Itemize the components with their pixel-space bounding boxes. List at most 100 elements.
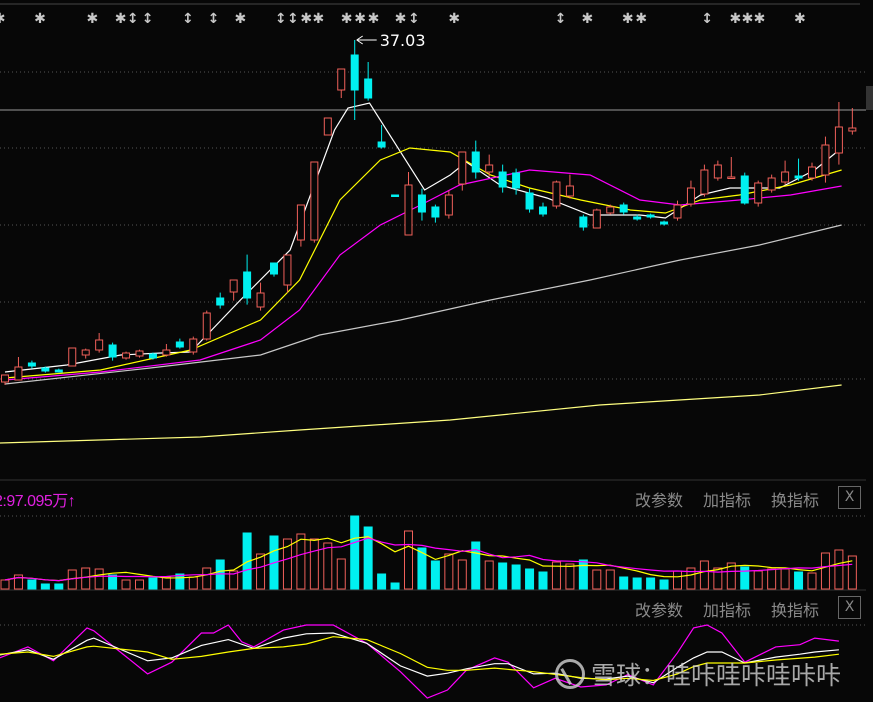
candle-body xyxy=(794,175,803,179)
candle xyxy=(781,160,790,185)
close-icon[interactable]: X xyxy=(838,486,861,509)
candle xyxy=(391,194,400,197)
signal-markers: ✱✱✱✱↕↕↕↕✱↕↕✱✱✱✱✱✱↕✱↕✱✱✱↕✱✱✱✱ xyxy=(0,11,806,27)
candle xyxy=(296,204,305,247)
volume-bar xyxy=(377,573,387,590)
candle xyxy=(108,342,117,361)
candle xyxy=(14,357,23,381)
add-indicator-button[interactable]: 加指标 xyxy=(703,597,751,621)
candle-body xyxy=(539,206,547,215)
volume-panel-header: 2:97.095万↑ 改参数 加指标 换指标 X xyxy=(0,485,873,511)
volume-bar xyxy=(350,515,360,590)
volume-bar xyxy=(578,559,588,590)
arrow-left-icon xyxy=(356,35,377,45)
candle-body xyxy=(81,349,90,356)
candle xyxy=(727,157,736,179)
signal-marker: ✱ xyxy=(754,11,766,27)
high-annotation: 37.03 xyxy=(356,31,426,50)
volume-bar xyxy=(538,571,548,590)
edit-params-button[interactable]: 改参数 xyxy=(635,597,683,621)
candle-body xyxy=(592,209,601,229)
signal-marker: ✱ xyxy=(87,11,99,27)
candle-body xyxy=(485,164,494,173)
price-scrollbar[interactable] xyxy=(866,86,873,110)
signal-marker: ↕ xyxy=(701,11,713,27)
signal-marker: ✱ xyxy=(635,11,647,27)
volume-bar xyxy=(834,549,844,590)
volume-bar xyxy=(27,579,37,590)
candle-body xyxy=(337,68,346,91)
edit-params-button[interactable]: 改参数 xyxy=(635,487,683,511)
high-price-label: 37.03 xyxy=(380,31,426,50)
volume-bar xyxy=(323,542,333,590)
volume-bar xyxy=(430,560,440,590)
volume-bar xyxy=(108,574,118,590)
volume-bar xyxy=(713,567,723,590)
candle-body xyxy=(444,194,453,216)
ma-line-ma60 xyxy=(4,224,842,385)
candles xyxy=(1,40,857,385)
volume-bar xyxy=(605,569,615,590)
add-indicator-button[interactable]: 加指标 xyxy=(703,487,751,511)
signal-marker: ✱ xyxy=(742,11,754,27)
candle xyxy=(713,160,722,181)
signal-marker: ✱ xyxy=(300,11,312,27)
candle-body xyxy=(189,338,198,353)
candle xyxy=(431,204,440,223)
candle-body xyxy=(135,350,144,357)
gridlines xyxy=(0,3,866,626)
candle-body xyxy=(713,164,722,179)
signal-marker: ↕ xyxy=(127,11,139,27)
volume-bar xyxy=(807,572,817,590)
candle xyxy=(202,310,211,341)
candle xyxy=(808,162,816,181)
candle-body xyxy=(821,144,830,176)
candle xyxy=(283,254,292,293)
volume-bar xyxy=(820,552,830,590)
candle-body xyxy=(700,169,709,195)
candle-body xyxy=(364,78,373,99)
volume-bar xyxy=(646,577,656,590)
candle xyxy=(323,117,332,136)
switch-indicator-button[interactable]: 换指标 xyxy=(771,487,819,511)
volume-bar xyxy=(0,579,10,590)
candle-body xyxy=(243,271,252,299)
candle-body xyxy=(377,141,386,148)
volume-bar xyxy=(188,576,198,590)
candle xyxy=(337,68,346,98)
candle xyxy=(229,279,238,301)
close-icon[interactable]: X xyxy=(838,596,861,619)
xueqiu-logo-icon xyxy=(555,659,585,689)
volume-bar xyxy=(94,568,104,590)
volume-bar xyxy=(484,560,494,590)
volume-bar xyxy=(740,566,750,590)
candle xyxy=(740,172,749,205)
candle-body xyxy=(754,182,763,204)
signal-marker: ✱ xyxy=(0,11,5,27)
candle xyxy=(673,200,682,221)
volume-bar xyxy=(202,567,212,590)
signal-marker: ✱ xyxy=(313,11,325,27)
candle xyxy=(122,351,131,360)
signal-marker: ↕ xyxy=(182,11,194,27)
candle-body xyxy=(727,176,736,179)
candle-body xyxy=(781,171,790,183)
candle-body xyxy=(848,127,857,132)
candle-body xyxy=(660,221,669,225)
volume-label: 2:97.095万↑ xyxy=(0,487,76,511)
candle xyxy=(444,190,453,219)
switch-indicator-button[interactable]: 换指标 xyxy=(771,597,819,621)
candle-body xyxy=(256,292,265,308)
candle xyxy=(471,140,480,179)
candle-body xyxy=(1,374,9,383)
volume-value: 2:97.095万 xyxy=(0,493,68,510)
candle xyxy=(794,158,803,181)
candle xyxy=(175,338,184,349)
candle xyxy=(310,161,319,243)
volume-bar xyxy=(148,577,158,590)
volume-bar xyxy=(699,560,709,590)
candle-body xyxy=(431,206,440,218)
candle-body xyxy=(95,339,104,351)
volume-bar xyxy=(592,569,602,590)
candle xyxy=(95,333,104,353)
